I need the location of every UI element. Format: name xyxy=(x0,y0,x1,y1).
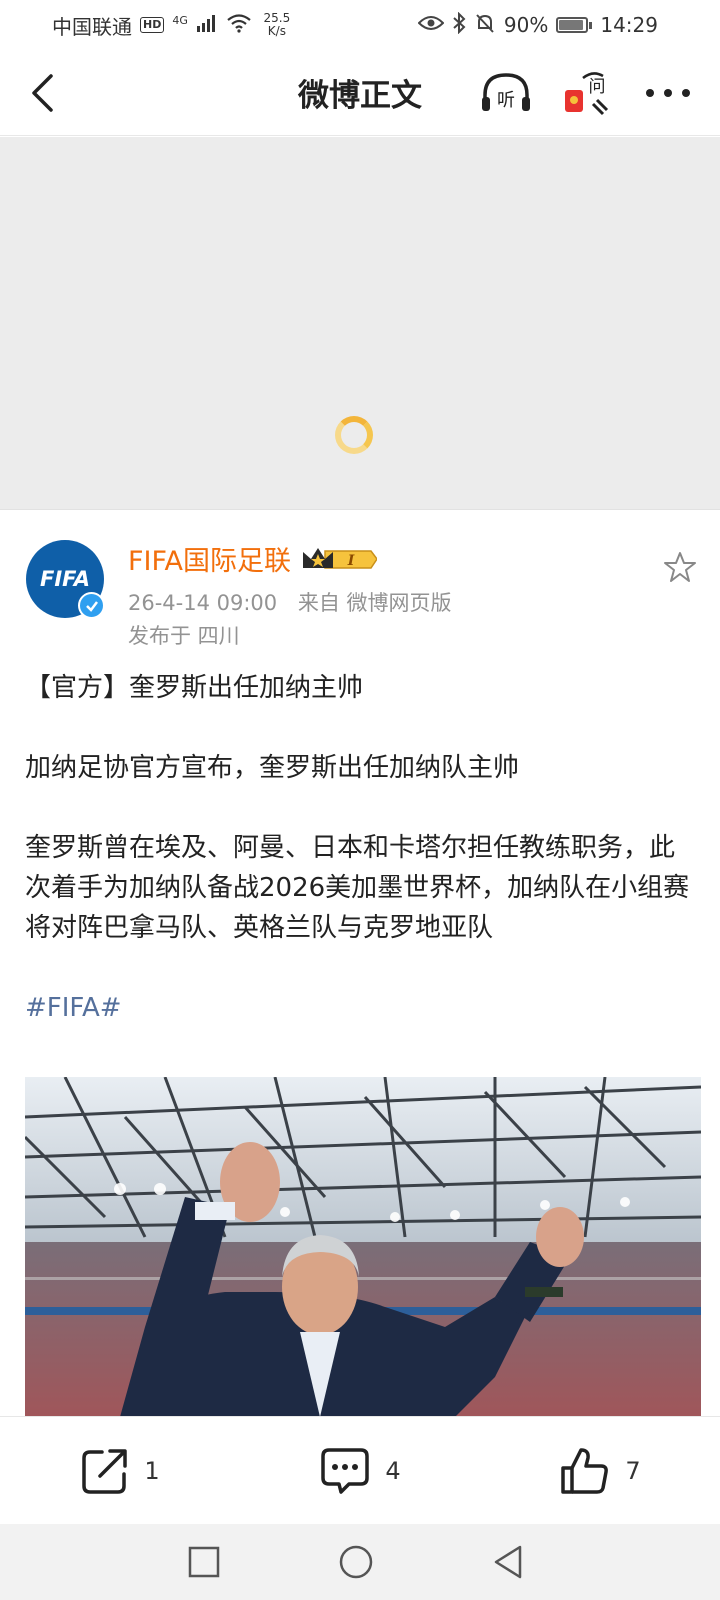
action-bar: 1 4 7 xyxy=(0,1416,720,1524)
title-bar: 微博正文 听 问 xyxy=(0,50,720,136)
network-type: 4G xyxy=(172,13,188,27)
square-nav-icon xyxy=(188,1546,220,1578)
more-icon xyxy=(646,89,690,97)
listen-label: 听 xyxy=(497,90,515,111)
speed-unit: K/s xyxy=(267,24,286,38)
comment-count: 4 xyxy=(385,1456,401,1485)
system-nav-bar xyxy=(0,1524,720,1600)
headphones-icon: 听 xyxy=(482,73,530,111)
recent-apps-button[interactable] xyxy=(184,1542,224,1582)
ask-button[interactable]: 问 xyxy=(560,68,616,118)
speed-value: 25.5 xyxy=(263,11,291,25)
post-date: 26-4-14 09:00 xyxy=(128,591,278,615)
share-icon xyxy=(82,1448,128,1494)
verified-icon xyxy=(78,592,105,619)
status-bar-left: 中国联通 HD 4G 25.5 K/s xyxy=(52,11,294,40)
loading-spinner-icon xyxy=(335,416,373,454)
back-arrow-icon xyxy=(32,74,53,112)
post-location: 发布于 四川 xyxy=(128,624,240,648)
wifi-icon xyxy=(226,13,252,38)
post-source: 来自 微博网页版 xyxy=(297,591,452,615)
signal-icon xyxy=(196,13,218,37)
ad-banner-placeholder xyxy=(0,137,720,510)
like-count: 7 xyxy=(625,1456,641,1485)
more-button[interactable] xyxy=(640,68,696,118)
status-bar: 中国联通 HD 4G 25.5 K/s 90% 14:29 xyxy=(0,0,720,50)
crown-icon: I xyxy=(303,547,378,569)
favorite-button[interactable] xyxy=(660,547,700,587)
hashtag-link[interactable]: #FIFA# xyxy=(25,988,700,1028)
triangle-nav-icon xyxy=(494,1545,522,1579)
carrier-name: 中国联通 xyxy=(52,14,132,39)
eye-icon xyxy=(417,13,445,37)
comment-button[interactable]: 4 xyxy=(240,1417,480,1524)
star-icon xyxy=(664,552,696,582)
rank-badge: I xyxy=(301,544,378,574)
like-icon xyxy=(561,1447,609,1494)
author-name[interactable]: FIFA国际足联 xyxy=(128,539,291,578)
network-speed: 25.5 K/s xyxy=(260,12,294,38)
post-paragraph-2: 加纳足协官方宣布，奎罗斯出任加纳队主帅 xyxy=(25,753,520,783)
back-button[interactable] xyxy=(22,66,62,120)
listen-button[interactable]: 听 xyxy=(478,68,534,118)
clock: 14:29 xyxy=(600,13,658,37)
ask-icon: 问 xyxy=(565,72,609,116)
circle-nav-icon xyxy=(339,1545,373,1579)
share-button[interactable]: 1 xyxy=(0,1417,240,1524)
battery-percent: 90% xyxy=(503,13,549,37)
post-paragraph-3: 奎罗斯曾在埃及、阿曼、日本和卡塔尔担任教练职务，此次着手为加纳队备战2026美加… xyxy=(25,833,690,943)
avatar-text: FIFA xyxy=(39,567,91,591)
rank-badge-label: I xyxy=(347,553,355,569)
post-content: 【官方】奎罗斯出任加纳主帅 加纳足协官方宣布，奎罗斯出任加纳队主帅 奎罗斯曾在埃… xyxy=(25,668,700,1028)
ask-label: 问 xyxy=(589,77,606,97)
share-count: 1 xyxy=(144,1456,160,1485)
author-row: FIFA国际足联 I xyxy=(128,539,378,578)
like-button[interactable]: 7 xyxy=(480,1417,720,1524)
home-button[interactable] xyxy=(336,1542,376,1582)
stadium-photo xyxy=(25,1077,701,1417)
post-image[interactable] xyxy=(25,1077,701,1417)
battery-icon xyxy=(556,17,593,33)
hd-badge: HD xyxy=(140,17,165,33)
comment-icon xyxy=(321,1447,370,1494)
mute-bell-icon xyxy=(474,12,496,39)
post-meta: 26-4-14 09:00 来自 微博网页版 xyxy=(128,587,466,617)
post-paragraph-1: 【官方】奎罗斯出任加纳主帅 xyxy=(25,673,364,703)
status-bar-right: 90% 14:29 xyxy=(417,11,658,39)
bluetooth-icon xyxy=(452,11,466,39)
back-nav-button[interactable] xyxy=(488,1542,528,1582)
